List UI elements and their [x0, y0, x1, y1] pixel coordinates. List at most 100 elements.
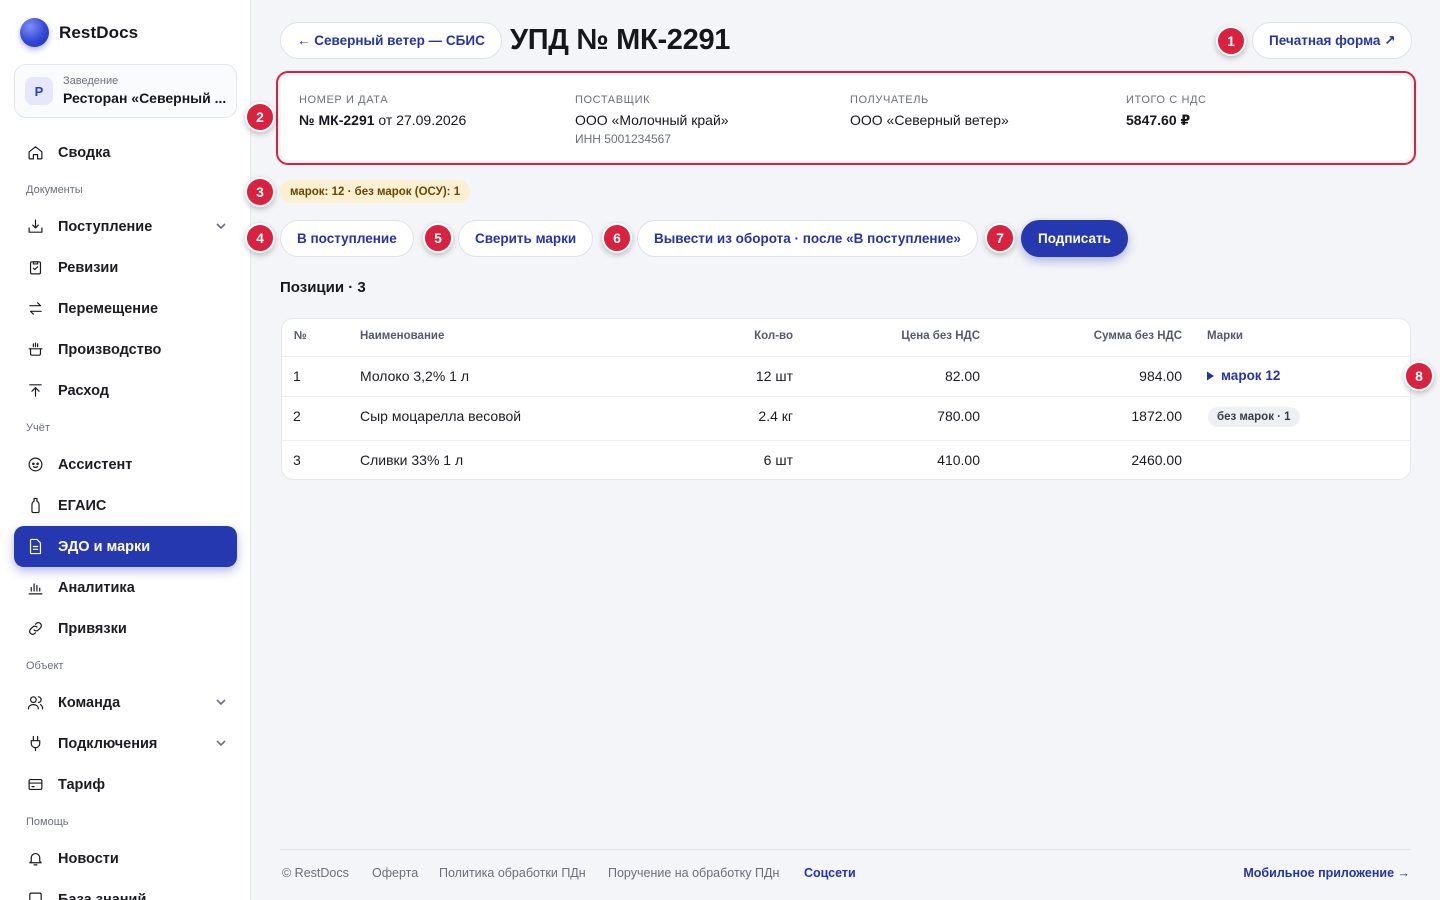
info-total: Итого с НДС 5847.60 ₽ [1126, 93, 1207, 130]
info-recipient: Получатель ООО «Северный ветер» [850, 93, 1009, 130]
cell-sum: 984.00 [1139, 368, 1182, 384]
info-total-caption: Итого с НДС [1126, 94, 1207, 106]
marks-summary-pill: марок: 12 · без марок (ОСУ): 1 [280, 180, 471, 203]
annotation-badge-6: 6 [602, 223, 632, 253]
footer-copyright: © RestDocs [282, 866, 349, 880]
to-receipt-button[interactable]: В поступление [280, 220, 414, 257]
sidebar-item-label: База знаний [58, 891, 147, 900]
expand-marks-link[interactable]: марок 12 [1206, 368, 1280, 383]
document-info-card: Номер и дата № МК-2291 от 27.09.2026 Пос… [281, 76, 1411, 160]
column-header-num: № [294, 330, 307, 342]
verify-marks-button[interactable]: Сверить марки [458, 220, 594, 257]
sidebar-item-label: Тариф [58, 776, 106, 793]
bell-icon [26, 850, 44, 868]
chevron-down-icon [215, 737, 227, 749]
cell-name: Сыр моцарелла весовой [360, 408, 522, 424]
sidebar-item-novosti[interactable]: Новости [14, 838, 237, 879]
brand[interactable]: RestDocs [20, 18, 138, 47]
annotation-badge-8: 8 [1404, 361, 1434, 391]
sidebar-item-label: Привязки [58, 620, 127, 637]
sidebar-item-label: Сводка [58, 144, 111, 161]
arrows-swap-icon [26, 300, 44, 318]
cell-num: 2 [293, 408, 301, 424]
info-recipient-caption: Получатель [850, 94, 929, 106]
sidebar-item-assistant[interactable]: Ассистент [14, 444, 237, 485]
sidebar-item-label: Подключения [58, 735, 158, 752]
venue-switcher[interactable]: Р Заведение Ресторан «Северный ... [14, 64, 237, 118]
supplier-name: ООО «Молочный край» [575, 112, 729, 128]
sidebar-item-tarif[interactable]: Тариф [14, 764, 237, 805]
nav-section-documents: Документы [26, 183, 83, 196]
sidebar-item-raskhod[interactable]: Расход [14, 370, 237, 411]
sidebar-item-label: Ассистент [58, 456, 133, 473]
table-row[interactable]: 3 Сливки 33% 1 л 6 шт 410.00 2460.00 [282, 441, 1410, 479]
inbox-icon [26, 218, 44, 236]
sidebar-item-label: ЕГАИС [58, 497, 107, 514]
sidebar-item-egais[interactable]: ЕГАИС [14, 485, 237, 526]
bar-chart-icon [26, 579, 44, 597]
annotation-badge-5: 5 [423, 223, 453, 253]
sidebar-item-label: Новости [58, 850, 119, 867]
sidebar-item-label: Аналитика [58, 579, 135, 596]
footer-assignment-link[interactable]: Поручение на обработку ПДн [608, 866, 779, 880]
sidebar-item-revizii[interactable]: Ревизии [14, 247, 237, 288]
venue-name: Ресторан «Северный ... [63, 90, 226, 106]
positions-title: Позиции · 3 [280, 279, 366, 296]
positions-table: № Наименование Кол-во Цена без НДС Сумма… [281, 318, 1411, 480]
withdraw-from-circulation-button[interactable]: Вывести из оборота · после «В поступлени… [637, 220, 978, 257]
print-form-button[interactable]: Печатная форма ↗ [1252, 22, 1413, 59]
cell-name: Молоко 3,2% 1 л [360, 368, 470, 384]
footer-social-link[interactable]: Соцсети [804, 866, 856, 880]
sidebar-item-label: Перемещение [58, 300, 159, 317]
cell-qty: 12 шт [755, 368, 793, 384]
sidebar: RestDocs Р Заведение Ресторан «Северный … [0, 0, 251, 900]
plug-icon [26, 735, 44, 753]
venue-avatar: Р [25, 77, 53, 105]
no-marks-chip: без марок · 1 [1208, 407, 1300, 427]
sidebar-item-proizvodstvo[interactable]: Производство [14, 329, 237, 370]
annotation-badge-7: 7 [985, 223, 1015, 253]
column-header-sum: Сумма без НДС [1093, 330, 1182, 342]
cell-qty: 2.4 кг [758, 408, 793, 424]
cell-num: 1 [293, 368, 301, 384]
sidebar-item-podklyucheniya[interactable]: Подключения [14, 723, 237, 764]
link-icon [26, 620, 44, 638]
cell-name: Сливки 33% 1 л [360, 452, 464, 468]
book-icon [26, 891, 44, 900]
footer-offer-link[interactable]: Оферта [372, 866, 418, 880]
footer-mobile-app-link[interactable]: Мобильное приложение → [1243, 866, 1410, 880]
footer-privacy-link[interactable]: Политика обработки ПДн [439, 866, 586, 880]
column-header-price: Цена без НДС [901, 330, 980, 342]
document-icon [26, 538, 44, 556]
nav-section-uchet: Учёт [26, 421, 50, 434]
app-logo [20, 18, 49, 47]
nav-section-help: Помощь [26, 815, 69, 828]
sidebar-item-postuplenie[interactable]: Поступление [14, 206, 237, 247]
sidebar-item-privyazki[interactable]: Привязки [14, 608, 237, 649]
page-title: УПД № МК-2291 [510, 24, 731, 56]
column-header-name: Наименование [360, 330, 445, 342]
cell-price: 780.00 [937, 408, 980, 424]
table-header: № Наименование Кол-во Цена без НДС Сумма… [282, 319, 1410, 357]
footer: © RestDocs Оферта Политика обработки ПДн… [280, 849, 1411, 900]
table-row[interactable]: 1 Молоко 3,2% 1 л 12 шт 82.00 984.00 мар… [282, 357, 1410, 397]
marks-count-label: марок 12 [1221, 368, 1281, 383]
sign-button[interactable]: Подписать [1021, 220, 1128, 257]
info-number-date: Номер и дата № МК-2291 от 27.09.2026 [299, 93, 466, 130]
sidebar-item-edo[interactable]: ЭДО и марки [14, 526, 237, 567]
sidebar-item-baza[interactable]: База знаний [14, 879, 237, 900]
table-row[interactable]: 2 Сыр моцарелла весовой 2.4 кг 780.00 18… [282, 397, 1410, 441]
sidebar-item-peremeshchenie[interactable]: Перемещение [14, 288, 237, 329]
assistant-icon [26, 456, 44, 474]
back-to-counterparty-button[interactable]: ← Северный ветер — СБИС [280, 22, 502, 59]
sidebar-item-label: Ревизии [58, 259, 119, 276]
arrow-up-icon [26, 382, 44, 400]
sidebar-item-komanda[interactable]: Команда [14, 682, 237, 723]
sidebar-item-analitika[interactable]: Аналитика [14, 567, 237, 608]
column-header-marks: Марки [1207, 330, 1243, 342]
annotation-badge-1: 1 [1216, 26, 1246, 56]
clipboard-check-icon [26, 259, 44, 277]
sidebar-item-label: ЭДО и марки [58, 538, 151, 555]
info-supplier: Поставщик ООО «Молочный край» ИНН 500123… [575, 93, 729, 147]
sidebar-item-svodka[interactable]: Сводка [14, 132, 237, 173]
